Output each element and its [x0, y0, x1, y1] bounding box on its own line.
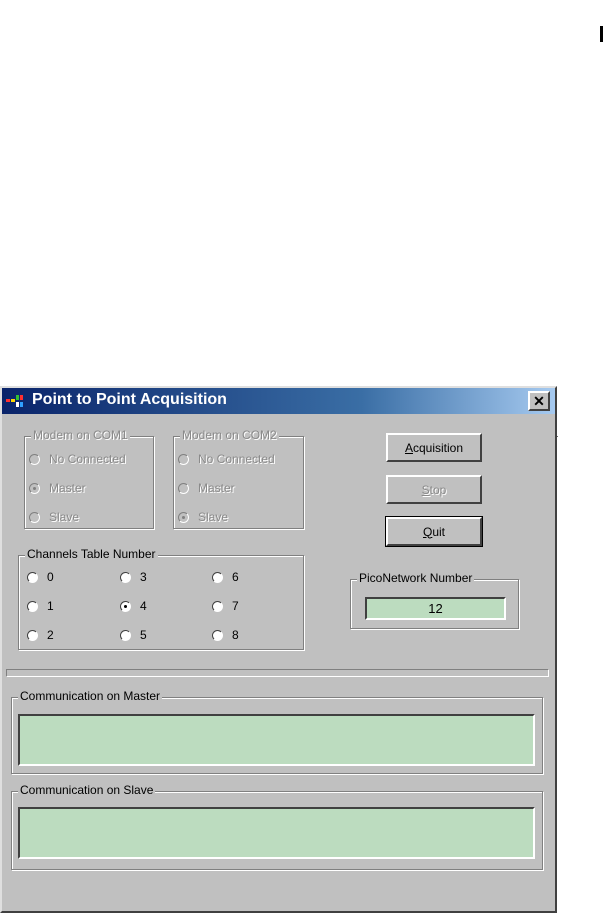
acquisition-button[interactable]: Acquisition [386, 433, 482, 462]
com1-radio-master[interactable]: Master [29, 481, 86, 495]
comm-master-group: Communication on Master [11, 689, 543, 774]
pico-network-value: 12 [428, 601, 443, 616]
radio-label: 0 [47, 570, 54, 584]
pico-network-group: PicoNetwork Number 12 [350, 571, 519, 629]
modem-com1-label: Modem on COM1 [31, 428, 130, 442]
quit-button[interactable]: Quit [385, 516, 483, 547]
radio-label: 2 [47, 628, 54, 642]
app-icon [6, 395, 23, 407]
radio-circle [120, 629, 131, 641]
com1-radio-slave[interactable]: Slave [29, 510, 79, 524]
radio-label: 6 [232, 570, 239, 584]
radio-circle [29, 511, 40, 523]
comm-slave-group: Communication on Slave [11, 783, 543, 870]
stop-button-label: Stop [421, 482, 447, 497]
radio-circle [178, 453, 189, 465]
comm-slave-field [18, 807, 535, 859]
radio-circle [27, 571, 38, 583]
page-edge-mark [600, 26, 603, 42]
comm-master-label: Communication on Master [18, 689, 163, 703]
radio-label: Master [49, 481, 86, 495]
channel-radio-7[interactable]: 7 [212, 599, 239, 613]
pico-network-label: PicoNetwork Number [357, 571, 475, 585]
comm-master-field [18, 714, 535, 766]
quit-button-label: Quit [422, 524, 446, 539]
radio-label: 7 [232, 599, 239, 613]
comm-slave-label: Communication on Slave [18, 783, 156, 797]
radio-label: 8 [232, 628, 239, 642]
radio-label: No Connected [49, 452, 126, 466]
radio-label: 1 [47, 599, 54, 613]
radio-circle [120, 571, 131, 583]
channel-radio-0[interactable]: 0 [27, 570, 54, 584]
channel-radio-2[interactable]: 2 [27, 628, 54, 642]
modem-com2-label: Modem on COM2 [180, 428, 279, 442]
channel-radio-5[interactable]: 5 [120, 628, 147, 642]
window-title: Point to Point Acquisition [32, 391, 227, 408]
channel-radio-1[interactable]: 1 [27, 599, 54, 613]
pico-network-field: 12 [365, 597, 506, 620]
radio-label: No Connected [198, 452, 275, 466]
com1-radio-no-connected[interactable]: No Connected [29, 452, 126, 466]
channel-radio-6[interactable]: 6 [212, 570, 239, 584]
radio-circle [29, 453, 40, 465]
acquisition-button-label: Acquisition [404, 440, 464, 455]
channels-table-group: Channels Table Number 0 1 2 3 4 5 6 7 8 [18, 547, 304, 650]
radio-circle [212, 629, 223, 641]
radio-circle [120, 600, 131, 612]
radio-label: Master [198, 481, 235, 495]
radio-circle [29, 482, 40, 494]
radio-circle [178, 511, 189, 523]
radio-label: Slave [198, 510, 229, 524]
radio-label: Slave [49, 510, 80, 524]
close-button[interactable]: ✕ [528, 391, 550, 411]
radio-label: 3 [140, 570, 147, 584]
com2-radio-slave[interactable]: Slave [178, 510, 228, 524]
radio-circle [178, 482, 189, 494]
title-bar[interactable]: Point to Point Acquisition ✕ [2, 388, 555, 414]
channel-radio-4[interactable]: 4 [120, 599, 147, 613]
stop-button[interactable]: Stop [386, 475, 482, 504]
radio-circle [212, 571, 223, 583]
com2-radio-master[interactable]: Master [178, 481, 235, 495]
modem-com1-group: Modem on COM1 No Connected Master Slave [24, 428, 154, 529]
radio-label: 5 [140, 628, 147, 642]
radio-circle [27, 600, 38, 612]
close-icon: ✕ [533, 392, 545, 409]
horizontal-separator [6, 669, 549, 677]
modem-com2-group: Modem on COM2 No Connected Master Slave [173, 428, 304, 529]
channel-radio-8[interactable]: 8 [212, 628, 239, 642]
radio-label: 4 [140, 599, 147, 613]
channels-table-label: Channels Table Number [25, 547, 158, 561]
radio-circle [27, 629, 38, 641]
channel-radio-3[interactable]: 3 [120, 570, 147, 584]
com2-radio-no-connected[interactable]: No Connected [178, 452, 275, 466]
radio-circle [212, 600, 223, 612]
dialog-window: Point to Point Acquisition ✕ Modem on CO… [0, 386, 557, 913]
